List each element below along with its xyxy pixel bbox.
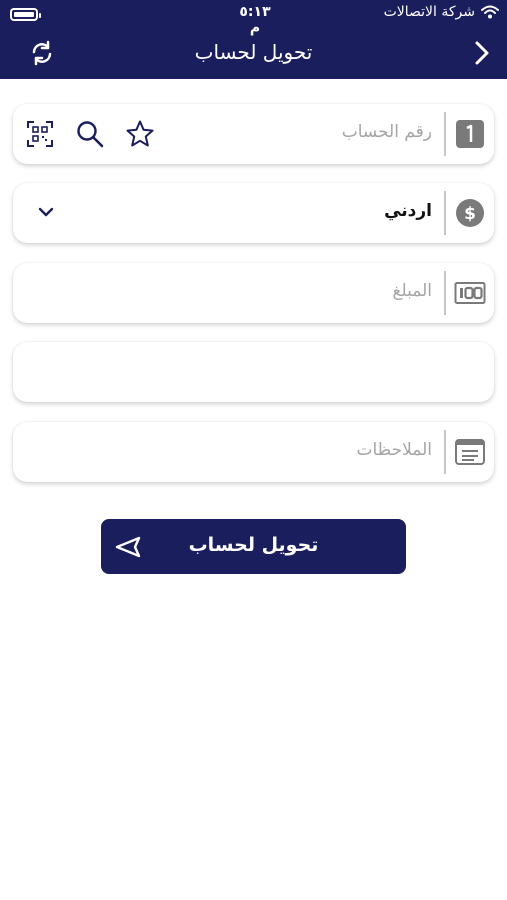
currency-value: اردني <box>384 201 432 221</box>
currency-select[interactable]: $ اردني <box>13 183 494 243</box>
amount-field[interactable]: المبلغ <box>13 263 494 323</box>
field-divider <box>444 191 446 235</box>
status-bar: شركة الاتصالات ٥:١٣ م <box>0 0 507 36</box>
field-divider <box>444 271 446 315</box>
send-icon <box>115 536 141 558</box>
refresh-icon[interactable] <box>28 39 56 67</box>
field-divider <box>444 112 446 156</box>
account-input[interactable]: رقم الحساب <box>342 122 432 142</box>
chevron-down-icon[interactable] <box>37 205 55 219</box>
extra-field[interactable] <box>13 342 494 402</box>
svg-text:$: $ <box>464 204 476 224</box>
carrier-info: شركة الاتصالات <box>384 4 499 20</box>
chevron-right-icon[interactable] <box>469 40 493 66</box>
carrier-name: شركة الاتصالات <box>383 4 475 20</box>
search-icon[interactable] <box>75 119 105 149</box>
notes-field[interactable]: الملاحظات <box>13 422 494 482</box>
qr-scan-icon[interactable] <box>25 119 55 149</box>
notes-input[interactable]: الملاحظات <box>356 440 432 460</box>
wifi-icon <box>481 5 499 19</box>
notes-icon <box>455 439 485 465</box>
banknote-100-icon <box>454 282 486 304</box>
amount-input[interactable]: المبلغ <box>392 281 432 301</box>
page-title: تحويل لحساب <box>194 40 313 64</box>
battery-icon <box>10 8 41 21</box>
transfer-button[interactable]: تحويل لحساب <box>101 519 406 574</box>
star-icon[interactable] <box>125 119 155 149</box>
dollar-icon: $ <box>456 199 484 227</box>
status-time: ٥:١٣ م <box>239 4 271 36</box>
app-header: شركة الاتصالات ٥:١٣ م تحويل لحساب <box>0 0 507 79</box>
transfer-button-label: تحويل لحساب <box>188 534 319 556</box>
field-divider <box>444 430 446 474</box>
account-field[interactable]: رقم الحساب <box>13 104 494 164</box>
number-one-icon <box>456 120 484 148</box>
